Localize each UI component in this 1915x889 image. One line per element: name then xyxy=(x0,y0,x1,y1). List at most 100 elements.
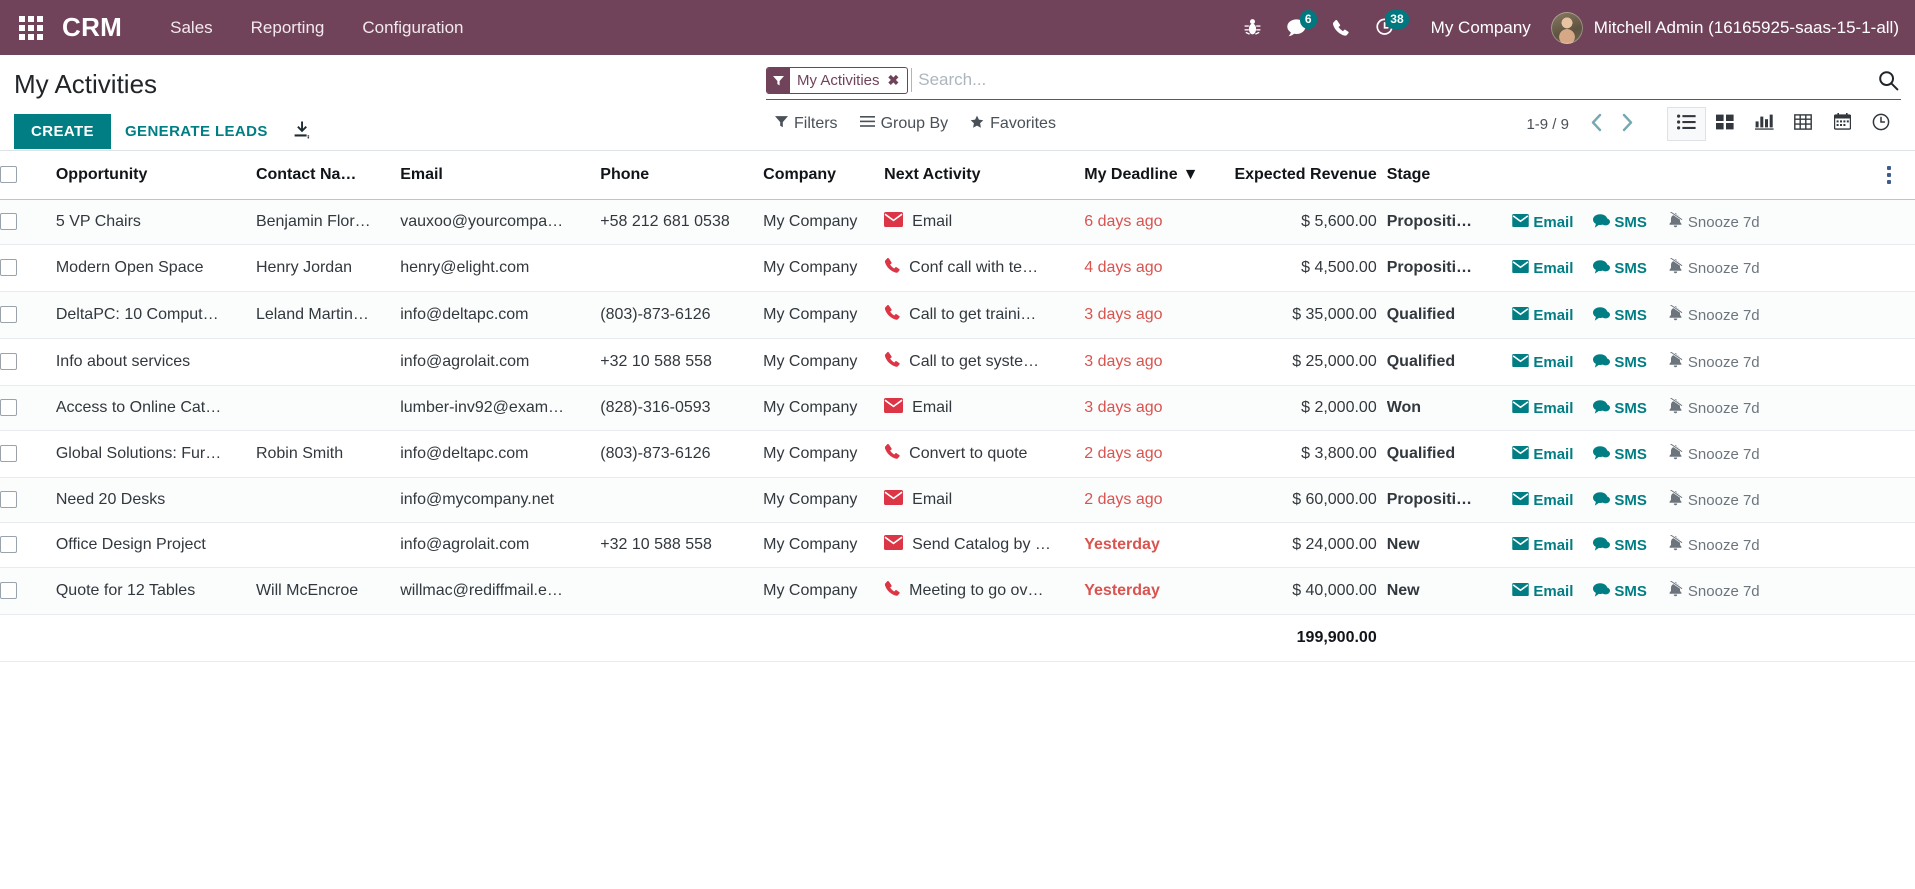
activities-button[interactable]: 38 xyxy=(1363,6,1409,50)
cell-opportunity[interactable]: Info about services xyxy=(55,338,256,386)
row-checkbox[interactable] xyxy=(0,399,17,417)
row-action-snooze[interactable]: Snooze 7d xyxy=(1667,487,1760,510)
row-action-sms[interactable]: SMS xyxy=(1593,536,1647,555)
column-header-next-activity[interactable]: Next Activity xyxy=(884,151,1085,200)
pager-counter[interactable]: 1-9 / 9 xyxy=(1526,116,1569,133)
table-row[interactable]: Office Design Project info@agrolait.com +3… xyxy=(0,522,1915,568)
row-action-sms[interactable]: SMS xyxy=(1593,259,1647,278)
cell-next-activity[interactable]: Email xyxy=(884,477,1085,523)
row-action-sms[interactable]: SMS xyxy=(1593,445,1647,464)
pager-next-button[interactable] xyxy=(1612,111,1643,137)
cell-email[interactable]: willmac@rediffmail.e… xyxy=(400,567,601,615)
row-action-email[interactable]: Email xyxy=(1512,213,1573,231)
cell-expected-revenue[interactable]: $ 40,000.00 xyxy=(1226,567,1387,615)
cell-phone[interactable]: (803)-873-6126 xyxy=(600,291,764,339)
column-header-email[interactable]: Email xyxy=(400,151,601,200)
generate-leads-button[interactable]: GENERATE LEADS xyxy=(111,114,282,149)
cell-expected-revenue[interactable]: $ 60,000.00 xyxy=(1226,477,1387,523)
table-row[interactable]: Global Solutions: Fur… Robin Smith info@de… xyxy=(0,430,1915,478)
cell-opportunity[interactable]: Office Design Project xyxy=(55,522,256,568)
row-action-email[interactable]: Email xyxy=(1512,399,1573,417)
row-action-email[interactable]: Email xyxy=(1512,491,1573,509)
table-row[interactable]: Quote for 12 Tables Will McEncroe willmac@… xyxy=(0,567,1915,615)
cell-opportunity[interactable]: Access to Online Cat… xyxy=(55,385,256,431)
app-brand-crm[interactable]: CRM xyxy=(62,12,122,43)
cell-my-deadline[interactable]: 4 days ago xyxy=(1084,244,1227,292)
cell-stage[interactable]: Qualified xyxy=(1386,338,1513,386)
cell-company[interactable]: My Company xyxy=(763,477,885,523)
row-action-snooze[interactable]: Snooze 7d xyxy=(1667,255,1760,278)
cell-contact-name[interactable]: Robin Smith xyxy=(255,430,401,478)
voip-phone-button[interactable] xyxy=(1319,6,1363,50)
column-header-phone[interactable]: Phone xyxy=(600,151,764,200)
table-row[interactable]: DeltaPC: 10 Comput… Leland Martin… info@de… xyxy=(0,291,1915,339)
cell-expected-revenue[interactable]: $ 5,600.00 xyxy=(1226,199,1387,245)
cell-expected-revenue[interactable]: $ 2,000.00 xyxy=(1226,385,1387,431)
cell-company[interactable]: My Company xyxy=(763,338,885,386)
cell-expected-revenue[interactable]: $ 35,000.00 xyxy=(1226,291,1387,339)
row-action-snooze[interactable]: Snooze 7d xyxy=(1667,532,1760,555)
cell-phone[interactable]: +58 212 681 0538 xyxy=(600,199,764,245)
search-icon[interactable] xyxy=(1868,70,1901,91)
cell-next-activity[interactable]: Email xyxy=(884,385,1085,431)
cell-my-deadline[interactable]: 2 days ago xyxy=(1084,477,1227,523)
view-switcher-calendar[interactable] xyxy=(1823,107,1862,141)
group-by-dropdown[interactable]: Group By xyxy=(859,115,948,133)
cell-phone[interactable] xyxy=(600,567,764,615)
cell-company[interactable]: My Company xyxy=(763,522,885,568)
row-checkbox[interactable] xyxy=(0,491,17,509)
cell-email[interactable]: info@agrolait.com xyxy=(400,338,601,386)
cell-next-activity[interactable]: Call to get syste… xyxy=(884,338,1085,386)
row-action-email[interactable]: Email xyxy=(1512,536,1573,554)
cell-company[interactable]: My Company xyxy=(763,567,885,615)
cell-next-activity[interactable]: Meeting to go ov… xyxy=(884,567,1085,615)
cell-next-activity[interactable]: Email xyxy=(884,199,1085,245)
view-switcher-kanban[interactable] xyxy=(1706,107,1745,141)
row-action-snooze[interactable]: Snooze 7d xyxy=(1667,395,1760,418)
select-all-checkbox[interactable] xyxy=(0,166,17,184)
column-header-my-deadline[interactable]: My Deadline ▼ xyxy=(1084,151,1227,200)
cell-phone[interactable]: +32 10 588 558 xyxy=(600,338,764,386)
close-icon[interactable]: ✖ xyxy=(886,68,908,93)
cell-my-deadline[interactable]: Yesterday xyxy=(1084,522,1227,568)
cell-opportunity[interactable]: Quote for 12 Tables xyxy=(55,567,256,615)
column-header-contact-name[interactable]: Contact Na… xyxy=(255,151,401,200)
apps-menu-button[interactable] xyxy=(10,7,52,49)
table-row[interactable]: Access to Online Cat… lumber-inv92@exam…(… xyxy=(0,385,1915,431)
row-action-snooze[interactable]: Snooze 7d xyxy=(1667,578,1760,601)
cell-stage[interactable]: Qualified xyxy=(1386,291,1513,339)
messages-button[interactable]: 6 xyxy=(1275,6,1319,50)
cell-company[interactable]: My Company xyxy=(763,291,885,339)
cell-company[interactable]: My Company xyxy=(763,385,885,431)
row-checkbox[interactable] xyxy=(0,445,17,463)
table-row[interactable]: 5 VP Chairs Benjamin Flor… vauxoo@yourcomp… xyxy=(0,199,1915,245)
cell-contact-name[interactable] xyxy=(255,385,401,431)
search-input[interactable] xyxy=(911,68,1868,92)
cell-contact-name[interactable]: Will McEncroe xyxy=(255,567,401,615)
cell-phone[interactable]: (803)-873-6126 xyxy=(600,430,764,478)
cell-expected-revenue[interactable]: $ 3,800.00 xyxy=(1226,430,1387,478)
cell-company[interactable]: My Company xyxy=(763,244,885,292)
table-row[interactable]: Need 20 Desks info@mycompany.net My Compan… xyxy=(0,477,1915,523)
row-checkbox[interactable] xyxy=(0,353,17,371)
cell-my-deadline[interactable]: Yesterday xyxy=(1084,567,1227,615)
cell-phone[interactable] xyxy=(600,244,764,292)
company-switcher[interactable]: My Company xyxy=(1431,18,1531,38)
column-header-stage[interactable]: Stage xyxy=(1386,151,1513,200)
cell-my-deadline[interactable]: 3 days ago xyxy=(1084,291,1227,339)
cell-stage[interactable]: Propositi… xyxy=(1386,477,1513,523)
row-action-sms[interactable]: SMS xyxy=(1593,582,1647,601)
cell-phone[interactable]: (828)-316-0593 xyxy=(600,385,764,431)
cell-my-deadline[interactable]: 3 days ago xyxy=(1084,385,1227,431)
user-menu[interactable]: Mitchell Admin (16165925-saas-15-1-all) xyxy=(1550,11,1899,44)
vertical-ellipsis-icon[interactable] xyxy=(1873,164,1905,186)
import-records-button[interactable] xyxy=(282,114,322,149)
cell-contact-name[interactable]: Henry Jordan xyxy=(255,244,401,292)
view-switcher-graph[interactable] xyxy=(1745,107,1784,141)
cell-expected-revenue[interactable]: $ 24,000.00 xyxy=(1226,522,1387,568)
view-switcher-pivot[interactable] xyxy=(1784,107,1823,141)
cell-contact-name[interactable] xyxy=(255,522,401,568)
row-action-snooze[interactable]: Snooze 7d xyxy=(1667,441,1760,464)
cell-contact-name[interactable] xyxy=(255,338,401,386)
cell-opportunity[interactable]: Need 20 Desks xyxy=(55,477,256,523)
